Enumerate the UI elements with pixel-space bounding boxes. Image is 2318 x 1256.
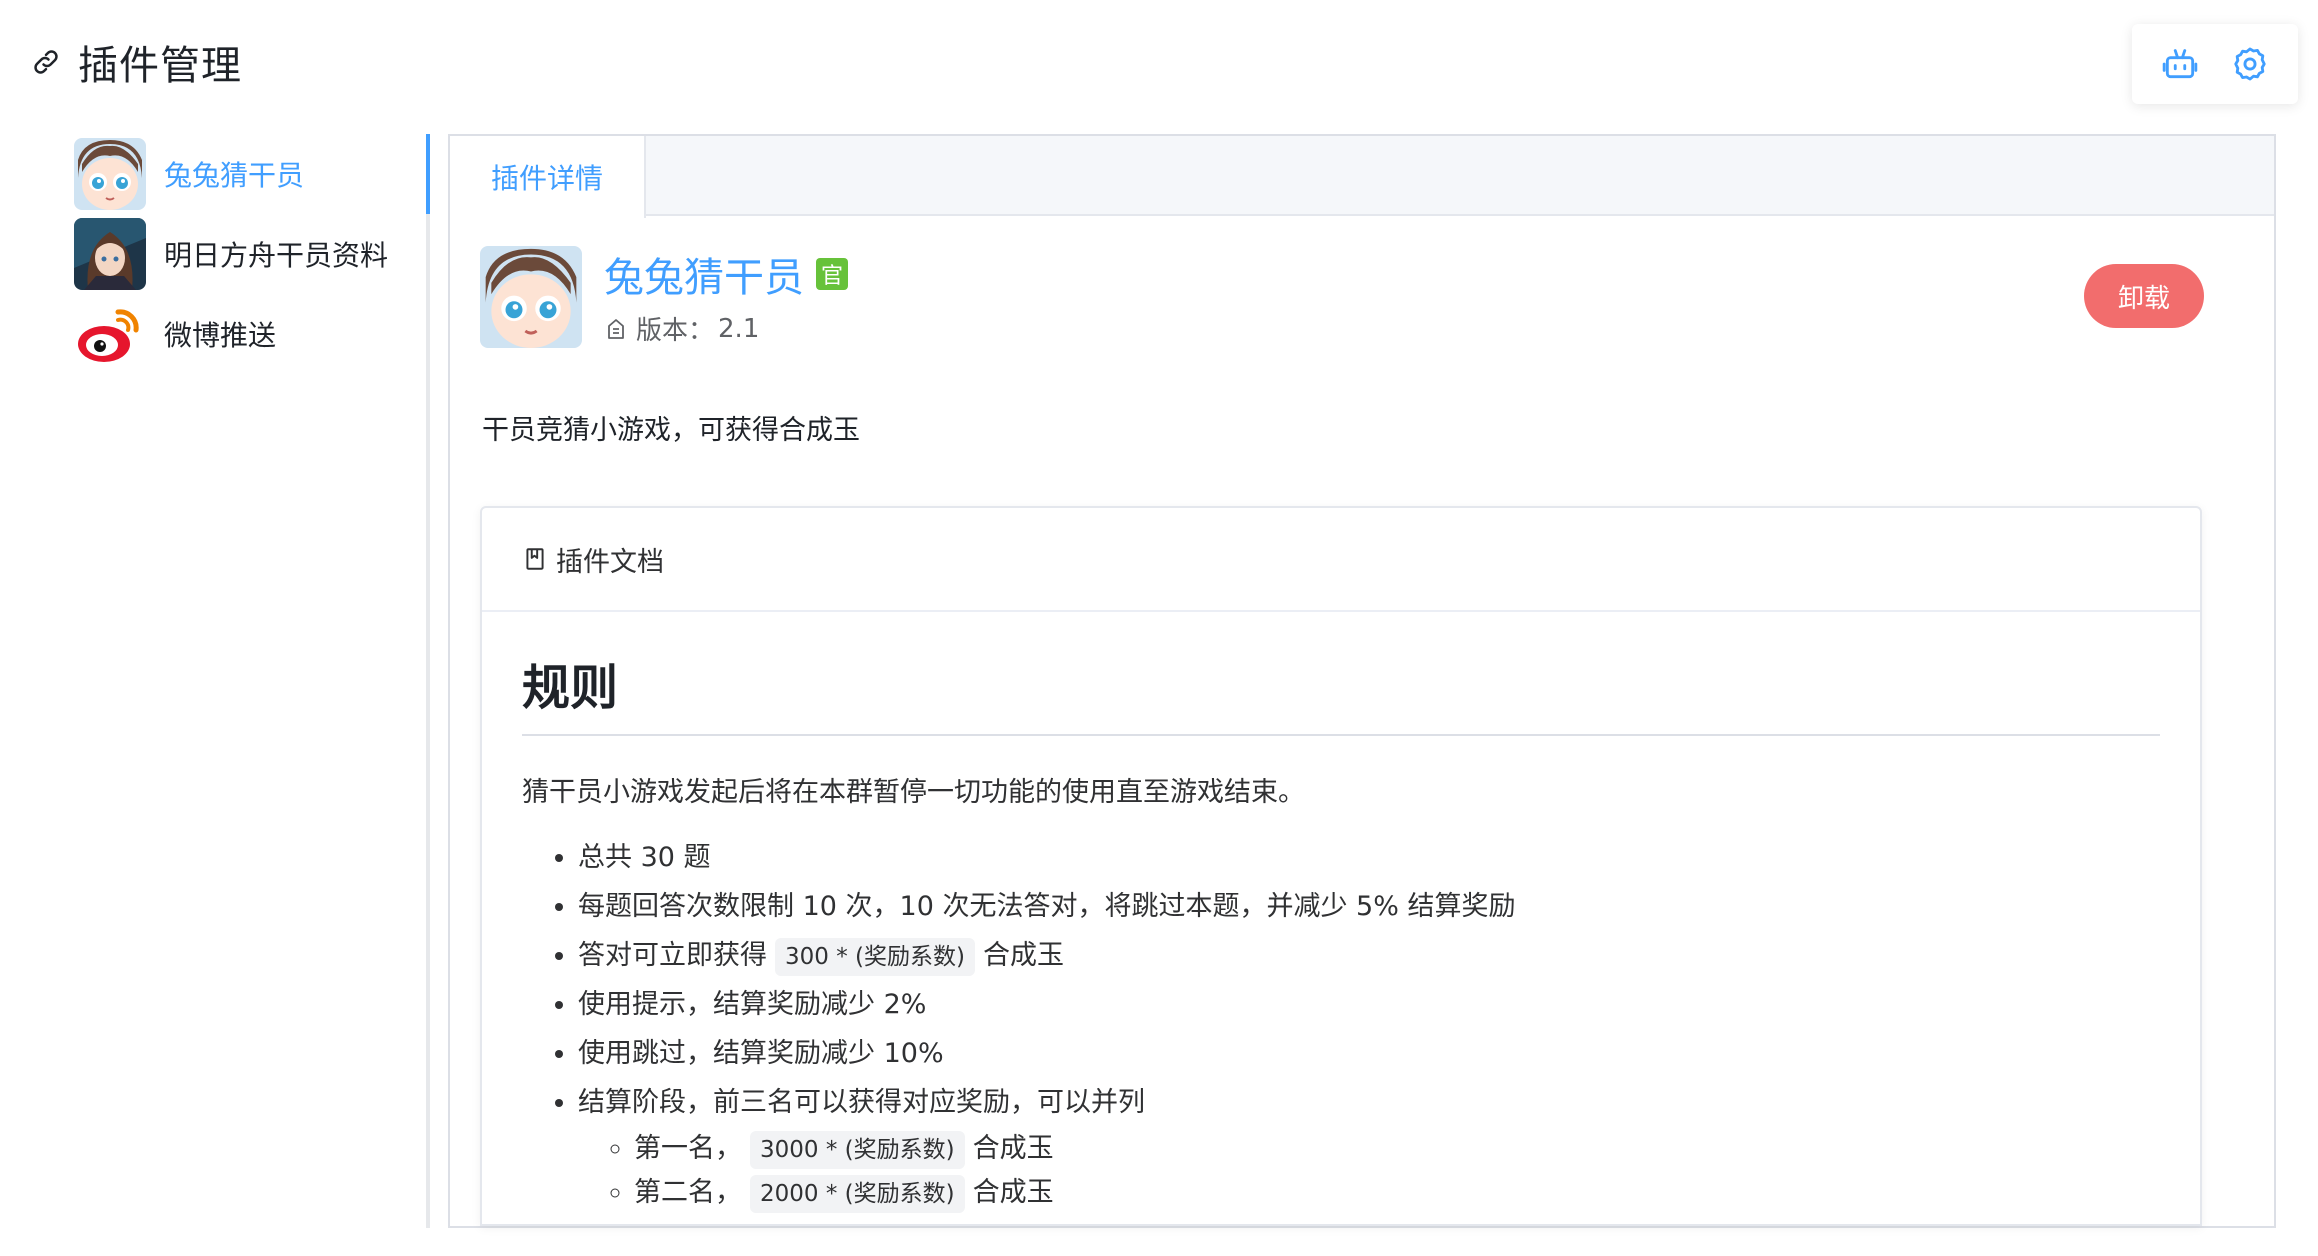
doc-body: 规则 猜干员小游戏发起后将在本群暂停一切功能的使用直至游戏结束。 总共 30 题…: [482, 612, 2200, 1215]
doc-heading: 规则: [522, 648, 2160, 736]
list-item: 答对可立即获得 300 * (奖励系数)合成玉: [578, 931, 2160, 980]
plugin-name: 兔兔猜干员: [604, 255, 804, 301]
list-item-text: 合成玉: [972, 1133, 1054, 1164]
book-icon: [522, 546, 548, 572]
version-value: 2.1: [718, 313, 760, 344]
robot-icon[interactable]: [2158, 42, 2202, 86]
uninstall-button[interactable]: 卸载: [2084, 264, 2204, 328]
list-item: 每题回答次数限制 10 次，10 次无法答对，将跳过本题，并减少 5% 结算奖励: [578, 882, 2160, 931]
page-title: 插件管理: [78, 43, 242, 89]
list-item: 总共 30 题: [578, 833, 2160, 882]
sublist-item: 第二名， 2000 * (奖励系数)合成玉: [634, 1171, 2160, 1215]
plugin-sidebar: 兔兔猜干员 明日方舟干员资料 微博推送: [74, 134, 430, 1228]
doc-card-title: 插件文档: [556, 546, 664, 578]
plugin-header: 兔兔猜干员 官 版本： 2.1: [480, 246, 848, 348]
plugin-doc-card[interactable]: 插件文档 规则 猜干员小游戏发起后将在本群暂停一切功能的使用直至游戏结束。 总共…: [480, 506, 2202, 1226]
version-label: 版本：: [636, 316, 715, 346]
sidebar-item-tutu-guess[interactable]: 兔兔猜干员: [74, 134, 426, 214]
tab-plugin-details[interactable]: 插件详情: [450, 136, 646, 218]
doc-reward-sublist: 第一名， 3000 * (奖励系数)合成玉 第二名， 2000 * (奖励系数)合成…: [578, 1127, 2160, 1215]
official-badge: 官: [816, 258, 848, 290]
list-item-text: 第一名，: [634, 1133, 742, 1164]
sublist-item: 第一名， 3000 * (奖励系数)合成玉: [634, 1127, 2160, 1171]
plugin-avatar-icon: [74, 218, 146, 290]
list-item: 使用跳过，结算奖励减少 10%: [578, 1029, 2160, 1078]
list-item-text: 合成玉: [972, 1177, 1054, 1208]
sidebar-item-arknights-operator-info[interactable]: 明日方舟干员资料: [74, 214, 426, 294]
list-item: 使用提示，结算奖励减少 2%: [578, 980, 2160, 1029]
list-item: 结算阶段，前三名可以获得对应奖励，可以并列 第一名， 3000 * (奖励系数)合…: [578, 1078, 2160, 1215]
plugin-avatar-icon: [74, 138, 146, 210]
list-item-text: 答对可立即获得: [578, 940, 767, 971]
version-tag-icon: [604, 317, 628, 341]
weibo-icon: [74, 298, 146, 370]
page-header: 插件管理: [28, 30, 242, 94]
plugin-name-row: 兔兔猜干员 官: [604, 248, 848, 301]
sidebar-active-indicator: [426, 134, 430, 214]
list-item-text: 结算阶段，前三名可以获得对应奖励，可以并列: [578, 1087, 1145, 1118]
doc-rule-list: 总共 30 题 每题回答次数限制 10 次，10 次无法答对，将跳过本题，并减少…: [522, 833, 2160, 1215]
tab-bar: 插件详情: [450, 136, 2274, 218]
plugin-detail-panel: 插件详情 兔兔猜干员 官 版本： 2.1 卸载 干员竞猜小游戏，可获得合成玉 插…: [448, 134, 2276, 1228]
sidebar-item-label: 微博推送: [164, 319, 277, 352]
inline-code: 300 * (奖励系数): [775, 938, 975, 976]
inline-code: 2000 * (奖励系数): [750, 1175, 965, 1213]
list-item-text: 第二名，: [634, 1177, 742, 1208]
doc-card-header: 插件文档: [482, 508, 2200, 612]
gear-icon[interactable]: [2228, 42, 2272, 86]
doc-intro: 猜干员小游戏发起后将在本群暂停一切功能的使用直至游戏结束。: [522, 777, 1305, 808]
link-icon: [28, 44, 64, 80]
sidebar-item-label: 明日方舟干员资料: [164, 239, 389, 272]
plugin-version: 版本： 2.1: [604, 310, 848, 347]
inline-code: 3000 * (奖励系数): [750, 1131, 965, 1169]
plugin-meta: 兔兔猜干员 官 版本： 2.1: [604, 246, 848, 347]
plugin-description: 干员竞猜小游戏，可获得合成玉: [482, 415, 860, 446]
sidebar-item-weibo-push[interactable]: 微博推送: [74, 294, 426, 374]
plugin-avatar-icon: [480, 246, 582, 348]
sidebar-item-label: 兔兔猜干员: [164, 159, 305, 192]
list-item-text: 合成玉: [982, 940, 1064, 971]
top-toolbar: [2132, 24, 2298, 104]
